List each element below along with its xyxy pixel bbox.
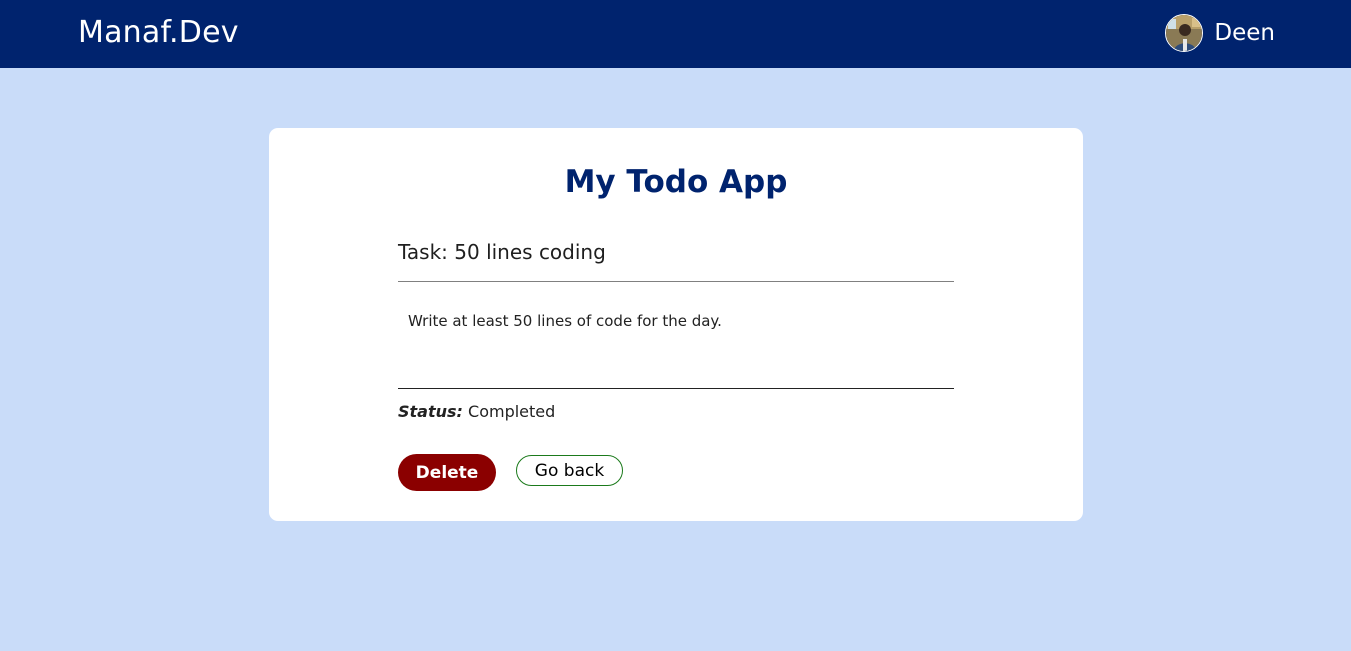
status-value: Completed	[468, 402, 556, 421]
status-label: Status:	[398, 402, 463, 421]
user-avatar-icon	[1165, 14, 1204, 52]
todo-detail-card: My Todo App Task: 50 lines coding Write …	[269, 128, 1083, 521]
top-navbar: Manaf.Dev Deen	[0, 0, 1351, 68]
task-description-field[interactable]: Write at least 50 lines of code for the …	[398, 282, 954, 389]
user-name: Deen	[1214, 20, 1275, 46]
task-title: Task: 50 lines coding	[398, 240, 606, 264]
go-back-button[interactable]: Go back	[516, 455, 623, 486]
delete-button[interactable]: Delete	[398, 454, 496, 491]
user-menu[interactable]: Deen	[1165, 13, 1275, 53]
brand-logo[interactable]: Manaf.Dev	[78, 14, 239, 52]
app-title: My Todo App	[564, 164, 788, 200]
task-status: Status: Completed	[398, 401, 555, 423]
